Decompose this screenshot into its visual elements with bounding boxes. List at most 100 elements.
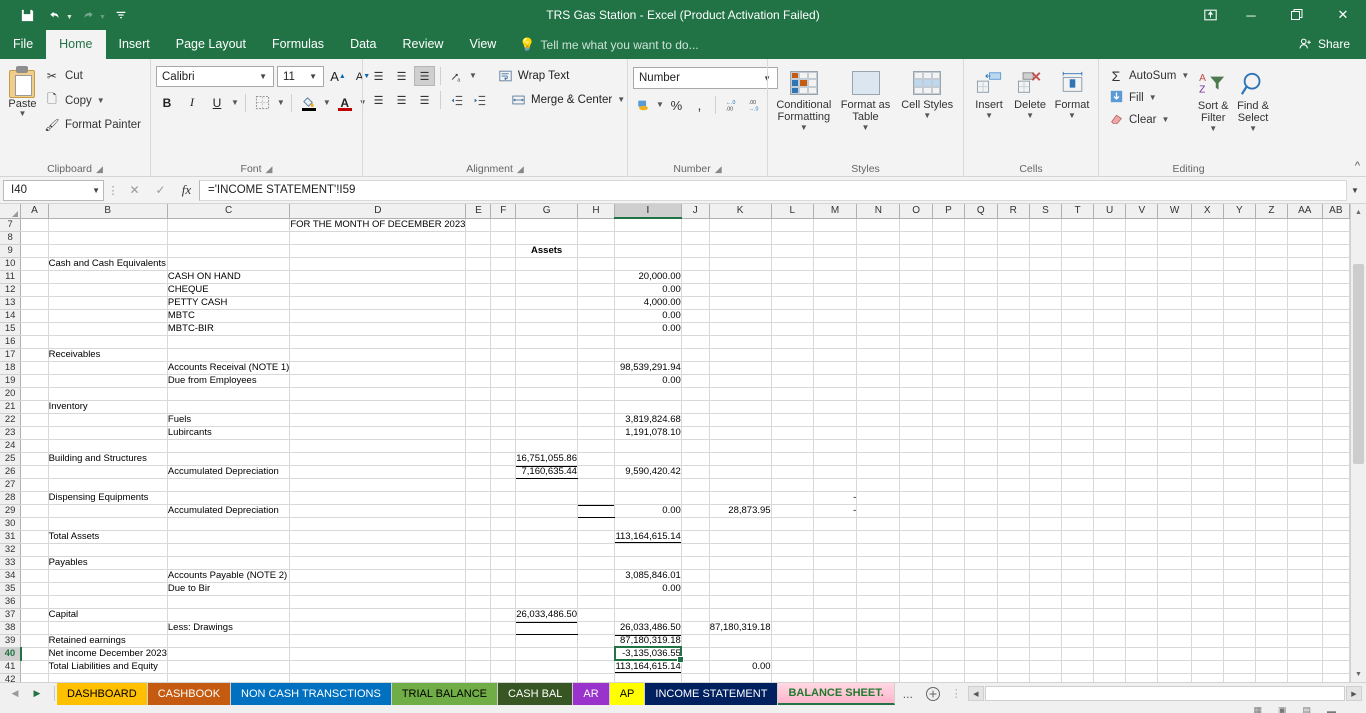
cell-S17[interactable] [1029, 348, 1063, 362]
cell-C21[interactable] [167, 400, 291, 414]
cell-I28[interactable] [614, 491, 682, 505]
cell-L24[interactable] [771, 439, 814, 453]
cell-M34[interactable] [813, 569, 858, 583]
sheet-tab-non-cash-transctions[interactable]: NON CASH TRANSCTIONS [231, 683, 392, 705]
cell-P36[interactable] [932, 595, 966, 609]
cell-Y12[interactable] [1223, 283, 1256, 297]
cell-N20[interactable] [856, 387, 901, 401]
cell-Q8[interactable] [964, 231, 998, 245]
cell-Q36[interactable] [964, 595, 998, 609]
cell-V27[interactable] [1125, 478, 1159, 492]
cell-P23[interactable] [932, 426, 966, 440]
cell-E10[interactable] [465, 257, 492, 271]
cell-B15[interactable] [48, 322, 168, 336]
cell-F21[interactable] [490, 400, 517, 414]
cell-AA12[interactable] [1287, 283, 1323, 297]
cell-U13[interactable] [1093, 296, 1127, 310]
sheet-tab-dashboard[interactable]: DASHBOARD [57, 683, 148, 705]
cell-Z34[interactable] [1255, 569, 1288, 583]
cell-T19[interactable] [1061, 374, 1094, 388]
cell-F41[interactable] [490, 660, 517, 674]
cell-A24[interactable] [20, 439, 49, 453]
row-header-17[interactable]: 17 [0, 348, 22, 362]
cell-C23[interactable]: Lubircants [167, 426, 291, 440]
cell-AB20[interactable] [1322, 387, 1350, 401]
cell-Z42[interactable] [1255, 673, 1288, 682]
cell-M41[interactable] [813, 660, 858, 674]
cell-B42[interactable] [48, 673, 168, 682]
cell-V36[interactable] [1125, 595, 1159, 609]
cell-T8[interactable] [1061, 231, 1094, 245]
cell-T21[interactable] [1061, 400, 1094, 414]
previous-sheet-icon[interactable]: ◀ [4, 688, 26, 699]
cell-AA35[interactable] [1287, 582, 1323, 596]
cell-P40[interactable] [932, 647, 966, 661]
cell-P15[interactable] [932, 322, 966, 336]
cell-Q34[interactable] [964, 569, 998, 583]
row-header-25[interactable]: 25 [0, 452, 22, 466]
row-header-35[interactable]: 35 [0, 582, 22, 596]
cell-J9[interactable] [681, 244, 710, 258]
formula-input[interactable]: ='INCOME STATEMENT'!I59 [199, 179, 1347, 201]
cell-Y10[interactable] [1223, 257, 1256, 271]
cell-I31[interactable]: 113,164,615.14 [614, 530, 682, 544]
cell-A21[interactable] [20, 400, 49, 414]
bold-button[interactable]: B [156, 92, 178, 113]
cell-G19[interactable] [515, 374, 578, 388]
cell-W40[interactable] [1157, 647, 1192, 661]
restore-button[interactable] [1274, 0, 1320, 30]
cell-J23[interactable] [681, 426, 710, 440]
cell-D18[interactable] [289, 361, 467, 375]
cell-AB34[interactable] [1322, 569, 1350, 583]
sheet-tab-balance-sheet[interactable]: BALANCE SHEET. [778, 683, 895, 705]
page-layout-view-icon[interactable]: ▣ [1278, 705, 1287, 713]
cell-L20[interactable] [771, 387, 814, 401]
cell-G9[interactable]: Assets [515, 244, 578, 258]
cell-W19[interactable] [1157, 374, 1192, 388]
cell-U33[interactable] [1093, 556, 1127, 570]
row-header-14[interactable]: 14 [0, 309, 22, 323]
cell-W20[interactable] [1157, 387, 1192, 401]
cell-L36[interactable] [771, 595, 814, 609]
cell-AA14[interactable] [1287, 309, 1323, 323]
cell-G37[interactable]: 26,033,486.50 [515, 608, 578, 622]
cell-N15[interactable] [856, 322, 901, 336]
cell-F26[interactable] [490, 465, 517, 479]
cell-V31[interactable] [1125, 530, 1159, 544]
cell-X38[interactable] [1191, 621, 1224, 635]
cell-G31[interactable] [515, 530, 578, 544]
row-header-21[interactable]: 21 [0, 400, 22, 414]
cell-AB8[interactable] [1322, 231, 1350, 245]
cell-U15[interactable] [1093, 322, 1127, 336]
cell-D20[interactable] [289, 387, 467, 401]
cell-X7[interactable] [1191, 218, 1224, 232]
cell-D27[interactable] [289, 478, 467, 492]
cell-R39[interactable] [997, 634, 1030, 648]
cell-N7[interactable] [856, 218, 901, 232]
cell-A26[interactable] [20, 465, 49, 479]
cell-Y8[interactable] [1223, 231, 1256, 245]
cell-J27[interactable] [681, 478, 710, 492]
cell-Y33[interactable] [1223, 556, 1256, 570]
cell-M8[interactable] [813, 231, 858, 245]
cell-I29[interactable]: 0.00 [614, 504, 682, 518]
cell-K20[interactable] [709, 387, 772, 401]
cell-P39[interactable] [932, 634, 966, 648]
cell-J35[interactable] [681, 582, 710, 596]
cell-R20[interactable] [997, 387, 1030, 401]
format-cells-button[interactable]: Format ▼ [1051, 65, 1093, 122]
cell-Z10[interactable] [1255, 257, 1288, 271]
cell-T27[interactable] [1061, 478, 1094, 492]
cell-AA25[interactable] [1287, 452, 1323, 466]
cell-B11[interactable] [48, 270, 168, 284]
cell-Z9[interactable] [1255, 244, 1288, 258]
cell-U24[interactable] [1093, 439, 1127, 453]
collapse-ribbon-icon[interactable]: ^ [1355, 160, 1360, 172]
cell-L9[interactable] [771, 244, 814, 258]
cell-G34[interactable] [515, 569, 578, 583]
cell-E27[interactable] [465, 478, 492, 492]
cell-K31[interactable] [709, 530, 772, 544]
cell-J8[interactable] [681, 231, 710, 245]
cell-AA28[interactable] [1287, 491, 1323, 505]
cell-Q35[interactable] [964, 582, 998, 596]
